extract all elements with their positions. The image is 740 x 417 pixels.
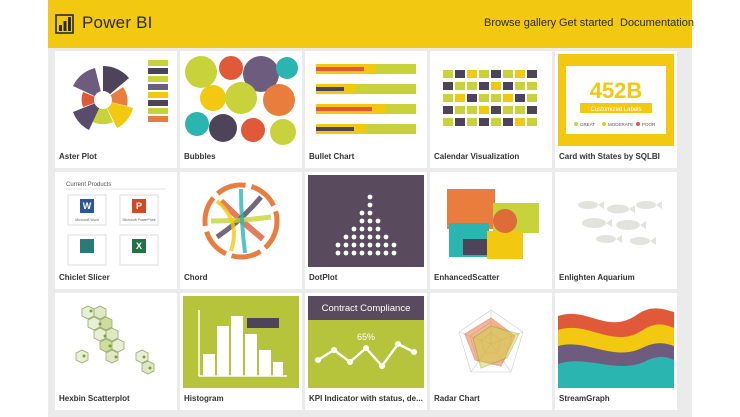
visual-card-title: Chord [184,273,208,282]
enhancedscatter-thumbnail [433,175,549,267]
svg-text:X: X [136,241,142,251]
visual-card-title: Histogram [184,394,224,403]
slicer-item-label: Microsoft Word [75,218,99,222]
visual-card-title: Bubbles [184,152,216,161]
visual-card-radar-chart[interactable]: Radar Chart [430,293,552,410]
calendar-visualization-thumbnail [433,54,549,146]
visual-card-title: Calendar Visualization [434,152,520,161]
legend-great-label: GREAT [580,122,595,127]
visual-card-title: EnhancedScatter [434,273,500,282]
streamgraph-thumbnail [558,296,674,388]
brand-name[interactable]: Power BI [82,13,153,33]
visual-card-card-with-states[interactable]: 452B Customized Labels GREAT MODERATE PO… [555,51,677,168]
dotplot-thumbnail [308,175,424,267]
svg-text:W: W [83,201,92,211]
visual-card-title: Chiclet Slicer [59,273,110,282]
nav-browse-gallery-link[interactable]: Browse gallery [484,17,556,29]
kpi-indicator-thumbnail: Contract Compliance 65% [308,296,424,388]
page: Power BI Browse gallery Get started Docu… [0,0,740,417]
card-with-states-thumbnail: 452B Customized Labels GREAT MODERATE PO… [558,54,674,146]
visual-card-bubbles[interactable]: Bubbles [180,51,302,168]
visual-card-bullet-chart[interactable]: Bullet Chart [305,51,427,168]
hexbin-scatterplot-thumbnail [58,296,174,388]
visual-card-title: KPI Indicator with status, de... [309,394,423,403]
visual-card-kpi-indicator[interactable]: Contract Compliance 65% KPI Indicator wi… [305,293,427,410]
svg-text:P: P [136,201,142,211]
visual-card-title: Enlighten Aquarium [559,273,635,282]
visual-card-title: StreamGraph [559,394,610,403]
card-value: 452B [590,78,643,103]
power-bi-logo-icon[interactable] [55,11,75,35]
visual-card-title: Card with States by SQLBI [559,152,660,161]
nav-documentation-link[interactable]: Documentation [620,17,694,29]
histogram-thumbnail [183,296,299,388]
chiclet-slicer-thumbnail: Current Products W Microsoft Word P Micr… [58,175,174,267]
chord-thumbnail [183,175,299,267]
visual-card-streamgraph[interactable]: StreamGraph [555,293,677,410]
visual-card-calendar-visualization[interactable]: Calendar Visualization [430,51,552,168]
visual-card-title: Radar Chart [434,394,480,403]
legend-poor-label: POOR [642,122,656,127]
visual-gallery-grid: Aster Plot Bubbles Bullet Chart Calendar… [48,48,692,417]
bubbles-thumbnail [183,54,299,146]
bullet-chart-thumbnail [308,54,424,146]
kpi-title: Contract Compliance [322,303,411,314]
aster-plot-thumbnail [58,54,174,146]
top-navigation-bar: Power BI Browse gallery Get started Docu… [48,0,694,48]
kpi-value: 65% [357,332,375,342]
visual-card-chord[interactable]: Chord [180,172,302,289]
visual-card-title: Bullet Chart [309,152,355,161]
visual-card-chiclet-slicer[interactable]: Current Products W Microsoft Word P Micr… [55,172,177,289]
card-subtitle: Customized Labels [590,107,641,113]
visual-card-hexbin-scatterplot[interactable]: Hexbin Scatterplot [55,293,177,410]
visual-card-title: DotPlot [309,273,338,282]
visual-card-aster-plot[interactable]: Aster Plot [55,51,177,168]
visual-card-dotplot[interactable]: DotPlot [305,172,427,289]
enlighten-aquarium-thumbnail [558,175,674,267]
legend-moderate-label: MODERATE [608,122,633,127]
nav-get-started-link[interactable]: Get started [559,17,613,29]
radar-chart-thumbnail [433,296,549,388]
visual-card-enlighten-aquarium[interactable]: Enlighten Aquarium [555,172,677,289]
visual-card-enhancedscatter[interactable]: EnhancedScatter [430,172,552,289]
slicer-item-label: Microsoft PowerPoint [122,218,155,222]
visual-card-histogram[interactable]: Histogram [180,293,302,410]
visual-card-title: Aster Plot [59,152,97,161]
slicer-heading: Current Products [66,182,111,188]
visual-card-title: Hexbin Scatterplot [59,394,130,403]
